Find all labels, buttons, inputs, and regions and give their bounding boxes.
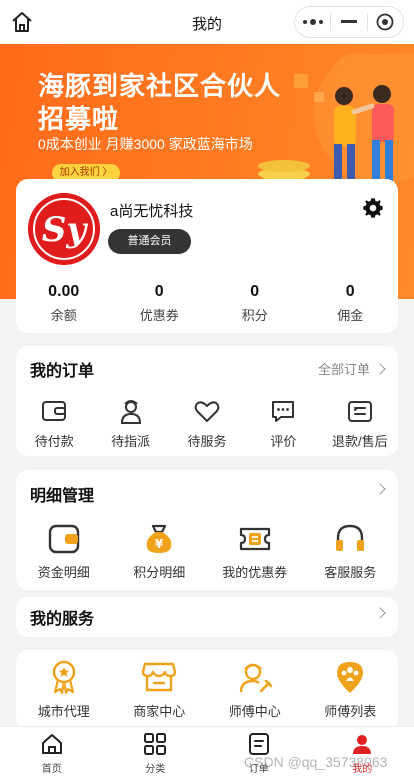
detail-row: 资金明细 ¥ 积分明细 我的优惠券 客服服务 xyxy=(16,522,398,581)
orders-card: 我的订单 全部订单 待付款 待指派 待服务 评价 退款/售后 xyxy=(16,346,398,456)
fund-details-item[interactable]: 资金明细 xyxy=(16,522,112,581)
section-title: 我的订单 xyxy=(30,363,95,380)
merchant-center-item[interactable]: 商家中心 xyxy=(112,659,208,720)
services-card: 城市代理 商家中心 师傅中心 师傅列表 xyxy=(16,650,398,730)
svg-text:Sy: Sy xyxy=(42,210,89,250)
chevron-right-icon xyxy=(374,362,386,375)
section-title: 我的服务 xyxy=(30,611,95,628)
heart-icon xyxy=(194,401,220,422)
brand-logo: Sy xyxy=(28,193,100,265)
bottom-tab-bar: 首页 分类 订单 我的 xyxy=(0,726,414,780)
stat-value: 0 xyxy=(154,283,164,300)
detail-more-link[interactable] xyxy=(374,483,386,495)
item-label: 待付款 xyxy=(34,434,74,449)
headset-icon xyxy=(336,524,365,551)
services-header-card: 我的服务 xyxy=(16,597,398,637)
stat-label: 积分 xyxy=(241,308,268,323)
banner-headline-2: 招募啦 xyxy=(38,104,120,134)
customer-service-item[interactable]: 客服服务 xyxy=(303,522,399,581)
order-pending-service[interactable]: 待服务 xyxy=(169,397,245,450)
order-pending-payment[interactable]: 待付款 xyxy=(16,397,92,450)
delivery-person-icon xyxy=(120,400,141,424)
banner-headline: 海豚到家社区合伙人 xyxy=(38,71,282,101)
services-row: 城市代理 商家中心 师傅中心 师傅列表 xyxy=(16,659,398,720)
gear-icon[interactable] xyxy=(362,197,384,219)
detail-management-card: 明细管理 资金明细 ¥ 积分明细 我的优惠券 客服服务 xyxy=(16,470,398,590)
worker-icon xyxy=(239,663,273,693)
medal-icon xyxy=(52,660,75,695)
stat-coupons[interactable]: 0 优惠券 xyxy=(112,283,208,324)
item-label: 城市代理 xyxy=(37,704,90,719)
target-circle-icon xyxy=(376,13,394,31)
home-icon xyxy=(41,734,62,754)
tab-label: 分类 xyxy=(145,764,166,775)
shop-icon xyxy=(142,662,177,692)
csdn-watermark: CSDN @qq_35738963 xyxy=(244,754,388,770)
stat-balance[interactable]: 0.00 余额 xyxy=(16,283,112,324)
more-options-button[interactable] xyxy=(295,7,330,37)
item-label: 退款/售后 xyxy=(332,434,388,449)
section-title: 明细管理 xyxy=(30,488,95,505)
user-name: a尚无忧科技 xyxy=(110,203,194,220)
chevron-right-icon xyxy=(374,483,386,495)
top-bar: 我的 xyxy=(0,0,414,44)
item-label: 商家中心 xyxy=(133,704,186,719)
location-people-icon xyxy=(337,662,364,693)
order-pending-assign[interactable]: 待指派 xyxy=(92,397,168,450)
chat-bubble-icon xyxy=(272,401,295,422)
svg-text:¥: ¥ xyxy=(155,537,164,551)
banner-subline: 0成本创业 月赚3000 家政蓝海市场 xyxy=(38,136,253,152)
stat-commission[interactable]: 0 佣金 xyxy=(303,283,399,324)
master-list-item[interactable]: 师傅列表 xyxy=(303,659,399,720)
order-review[interactable]: 评价 xyxy=(245,397,321,450)
wallet-icon xyxy=(48,524,79,554)
stat-value: 0.00 xyxy=(48,283,80,300)
points-details-item[interactable]: ¥ 积分明细 xyxy=(112,522,208,581)
master-center-item[interactable]: 师傅中心 xyxy=(207,659,303,720)
user-icon xyxy=(353,735,372,754)
profile-card: Sy a尚无忧科技 普通会员 0.00 余额 0 优惠券 0 积分 0 佣金 xyxy=(16,179,398,333)
item-label: 师傅中心 xyxy=(228,704,281,719)
member-badge[interactable]: 普通会员 xyxy=(108,229,191,254)
return-icon xyxy=(347,401,372,422)
services-more-link[interactable] xyxy=(374,607,386,619)
minimize-button[interactable] xyxy=(331,7,366,37)
item-label: 评价 xyxy=(270,434,297,449)
item-label: 客服服务 xyxy=(324,565,377,580)
stat-label: 佣金 xyxy=(337,308,364,323)
coupon-icon xyxy=(239,527,270,551)
order-status-row: 待付款 待指派 待服务 评价 退款/售后 xyxy=(16,397,398,450)
tab-home[interactable]: 首页 xyxy=(0,727,104,780)
mini-program-capsule xyxy=(294,6,404,38)
stat-value: 0 xyxy=(250,283,260,300)
chevron-right-icon xyxy=(374,607,386,619)
grid-icon xyxy=(144,733,167,755)
minus-icon xyxy=(340,20,357,23)
item-label: 我的优惠券 xyxy=(222,565,288,580)
avatar[interactable]: Sy xyxy=(28,193,100,265)
stat-label: 余额 xyxy=(50,308,77,323)
my-coupons-item[interactable]: 我的优惠券 xyxy=(207,522,303,581)
close-program-button[interactable] xyxy=(368,7,403,37)
order-refund[interactable]: 退款/售后 xyxy=(322,397,398,450)
tab-category[interactable]: 分类 xyxy=(104,727,208,780)
more-dots-icon xyxy=(302,19,323,25)
item-label: 待指派 xyxy=(111,434,151,449)
item-label: 资金明细 xyxy=(37,565,90,580)
all-orders-label: 全部订单 xyxy=(317,362,370,377)
account-stats: 0.00 余额 0 优惠券 0 积分 0 佣金 xyxy=(16,283,398,324)
all-orders-link[interactable]: 全部订单 xyxy=(317,359,386,378)
city-agent-item[interactable]: 城市代理 xyxy=(16,659,112,720)
item-label: 积分明细 xyxy=(133,565,186,580)
item-label: 师傅列表 xyxy=(324,704,377,719)
stat-value: 0 xyxy=(345,283,355,300)
tab-label: 首页 xyxy=(41,764,62,775)
wallet-icon xyxy=(42,401,67,421)
order-icon xyxy=(248,733,269,755)
item-label: 待服务 xyxy=(187,434,227,449)
stat-points[interactable]: 0 积分 xyxy=(207,283,303,324)
money-bag-icon: ¥ xyxy=(146,524,172,553)
stat-label: 优惠券 xyxy=(139,308,179,323)
